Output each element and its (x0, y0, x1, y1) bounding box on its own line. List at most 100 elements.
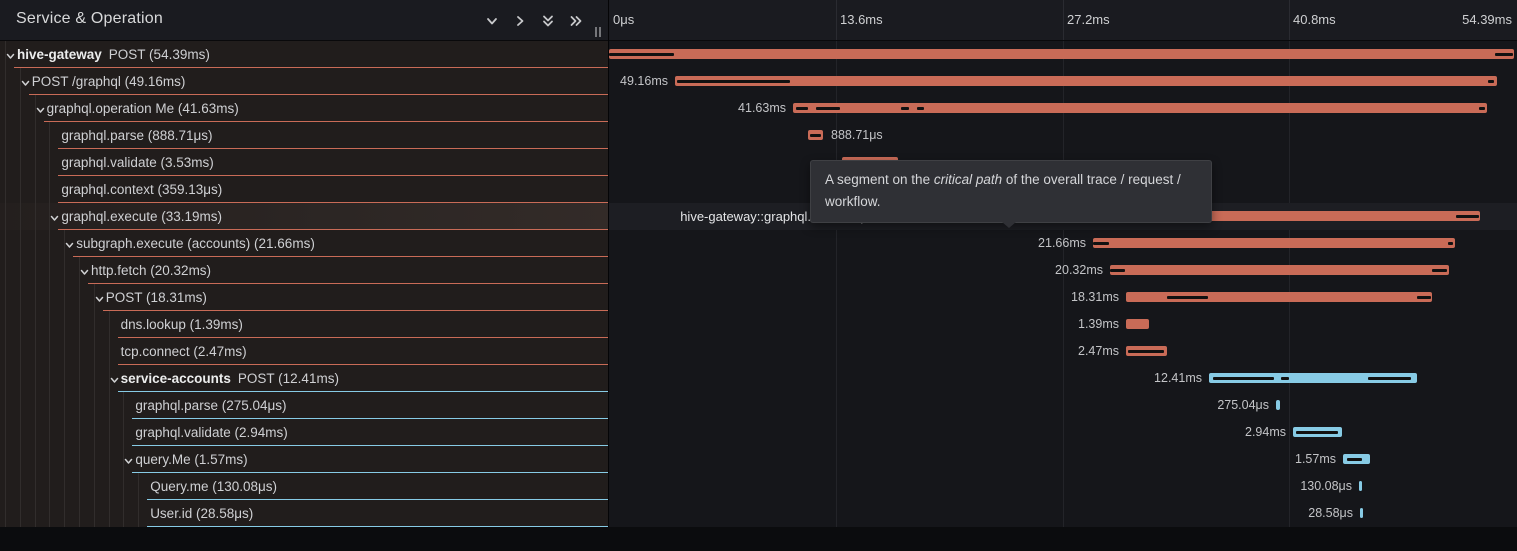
critical-path-segment[interactable] (816, 107, 840, 110)
chevron-down-icon[interactable] (123, 454, 134, 465)
critical-path-segment[interactable] (1479, 107, 1485, 110)
span-row-bar[interactable]: 18.31ms (609, 284, 1517, 311)
span-label: hive-gatewayPOST (54.39ms) (17, 41, 210, 68)
span-duration-bar[interactable] (1359, 481, 1362, 491)
chevron-down-icon[interactable] (5, 49, 16, 60)
indent-guide (20, 176, 21, 203)
collapse-one-button[interactable] (484, 12, 502, 30)
critical-path-segment[interactable] (1448, 242, 1453, 245)
indent-guide (123, 473, 124, 500)
critical-path-segment[interactable] (1296, 431, 1338, 434)
chevron-down-icon[interactable] (79, 265, 90, 276)
indent-guide (20, 95, 21, 122)
critical-path-segment[interactable] (1110, 269, 1125, 272)
collapse-all-button[interactable] (540, 12, 558, 30)
span-row-bar[interactable]: 12.41ms (609, 365, 1517, 392)
chevron-down-icon[interactable] (109, 373, 120, 384)
span-row-bar[interactable]: 28.58μs (609, 500, 1517, 527)
span-row-bar[interactable]: 2.47ms (609, 338, 1517, 365)
indent-guide (79, 446, 80, 473)
critical-path-segment[interactable] (810, 134, 821, 137)
span-row-bar[interactable]: 130.08μs (609, 473, 1517, 500)
critical-path-segment[interactable] (1488, 80, 1494, 83)
span-duration-bar[interactable] (1093, 238, 1455, 248)
indent-guide (123, 500, 124, 527)
span-row-left[interactable]: service-accountsPOST (12.41ms) (0, 365, 608, 392)
span-row-left[interactable]: hive-gatewayPOST (54.39ms) (0, 41, 608, 68)
bar-duration-label: 2.47ms (1078, 338, 1119, 365)
span-row-left[interactable]: graphql.parse (888.71μs) (0, 122, 608, 149)
indent-guide (20, 446, 21, 473)
critical-path-segment[interactable] (677, 80, 790, 83)
indent-guide (79, 311, 80, 338)
critical-path-segment[interactable] (1093, 242, 1109, 245)
trace-timeline-viewer: Service & Operation 0μs 13.6ms 27.2ms 40… (0, 0, 1517, 551)
expand-all-button[interactable] (568, 12, 586, 30)
expand-one-button[interactable] (512, 12, 530, 30)
chevron-down-icon[interactable] (64, 238, 75, 249)
chevron-down-icon[interactable] (49, 211, 60, 222)
critical-path-segment[interactable] (1368, 377, 1411, 380)
indent-guide (20, 365, 21, 392)
span-row-bar[interactable]: 41.63ms (609, 95, 1517, 122)
chevron-down-icon[interactable] (94, 292, 105, 303)
critical-path-segment[interactable] (796, 107, 808, 110)
span-label: query.Me (1.57ms) (135, 446, 247, 473)
span-row-bar[interactable]: 888.71μs (609, 122, 1517, 149)
critical-path-segment[interactable] (609, 53, 674, 56)
ruler-gridline (1289, 0, 1290, 40)
span-row-bar[interactable] (609, 41, 1517, 68)
critical-path-segment[interactable] (1128, 350, 1164, 353)
span-row-left[interactable]: User.id (28.58μs) (0, 500, 608, 527)
span-duration-bar[interactable] (793, 103, 1487, 113)
critical-path-segment[interactable] (1281, 377, 1289, 380)
indent-guide (109, 392, 110, 419)
span-duration-bar[interactable] (1126, 319, 1149, 329)
panel-resize-handle[interactable] (595, 24, 605, 36)
span-row-left[interactable]: Query.me (130.08μs) (0, 473, 608, 500)
chevron-down-icon[interactable] (20, 76, 31, 87)
span-row-left[interactable]: POST (18.31ms) (0, 284, 608, 311)
span-row-bar[interactable]: 1.39ms (609, 311, 1517, 338)
span-row-left[interactable]: dns.lookup (1.39ms) (0, 311, 608, 338)
span-row-left[interactable]: POST /graphql (49.16ms) (0, 68, 608, 95)
indent-guide (94, 311, 95, 338)
critical-path-segment[interactable] (1347, 458, 1362, 461)
span-duration-bar[interactable] (609, 49, 1514, 59)
critical-path-segment[interactable] (1456, 215, 1479, 218)
critical-path-segment[interactable] (901, 107, 909, 110)
span-duration-bar[interactable] (1360, 508, 1363, 518)
span-row-left[interactable]: graphql.validate (3.53ms) (0, 149, 608, 176)
critical-path-segment[interactable] (1495, 53, 1513, 56)
span-duration-bar[interactable] (675, 76, 1497, 86)
span-row-bar[interactable]: 21.66ms (609, 230, 1517, 257)
span-row-left[interactable]: http.fetch (20.32ms) (0, 257, 608, 284)
critical-path-segment[interactable] (917, 107, 924, 110)
span-row-left[interactable]: tcp.connect (2.47ms) (0, 338, 608, 365)
indent-guide (79, 392, 80, 419)
span-row-left[interactable]: graphql.execute (33.19ms) (0, 203, 608, 230)
critical-path-segment[interactable] (1417, 296, 1431, 299)
span-row-bar[interactable]: 49.16ms (609, 68, 1517, 95)
span-duration-bar[interactable] (1276, 400, 1280, 410)
critical-path-segment[interactable] (1167, 296, 1208, 299)
span-row-left[interactable]: graphql.parse (275.04μs) (0, 392, 608, 419)
span-row-left[interactable]: graphql.context (359.13μs) (0, 176, 608, 203)
span-row-bar[interactable]: 275.04μs (609, 392, 1517, 419)
panel-divider[interactable] (608, 0, 609, 527)
span-row-left[interactable]: graphql.operation Me (41.63ms) (0, 95, 608, 122)
span-row-left[interactable]: subgraph.execute (accounts) (21.66ms) (0, 230, 608, 257)
timeline-ruler: 0μs 13.6ms 27.2ms 40.8ms 54.39ms (609, 0, 1517, 40)
critical-path-segment[interactable] (1432, 269, 1447, 272)
span-row-left[interactable]: query.Me (1.57ms) (0, 446, 608, 473)
chevron-down-icon[interactable] (35, 103, 46, 114)
tooltip-text: A segment on the (825, 172, 934, 187)
span-row-bar[interactable]: 20.32ms (609, 257, 1517, 284)
span-duration-bar[interactable] (1110, 265, 1449, 275)
critical-path-segment[interactable] (1213, 377, 1274, 380)
span-row-bar[interactable]: 1.57ms (609, 446, 1517, 473)
span-label: POST (18.31ms) (106, 284, 207, 311)
indent-guide (49, 257, 50, 284)
span-row-bar[interactable]: 2.94ms (609, 419, 1517, 446)
span-row-left[interactable]: graphql.validate (2.94ms) (0, 419, 608, 446)
